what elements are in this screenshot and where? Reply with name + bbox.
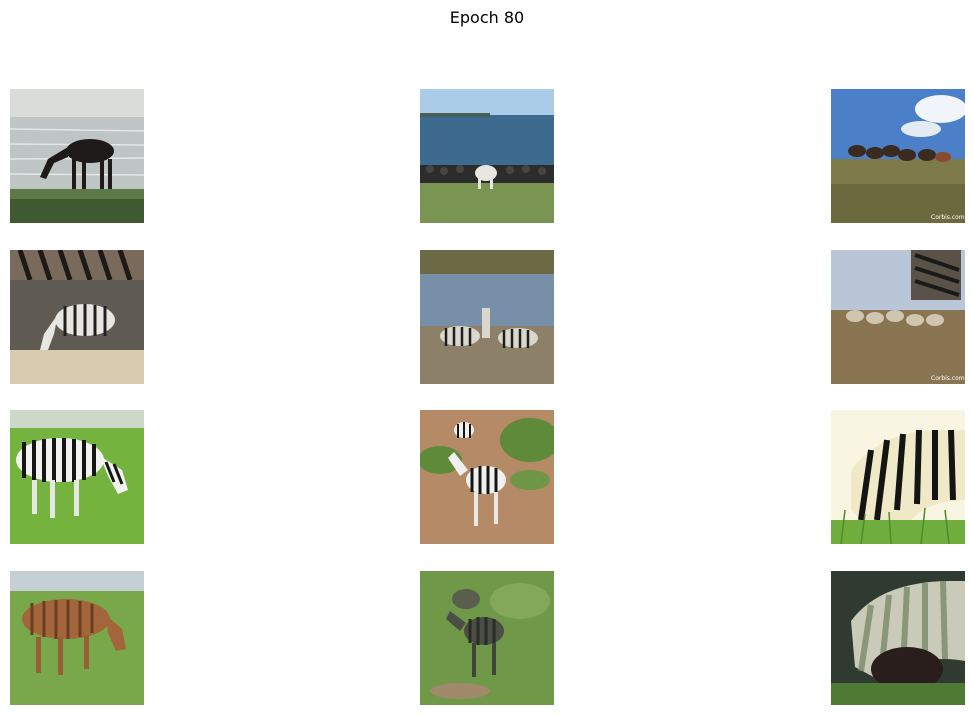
horses-running-image: Corbis.com xyxy=(831,89,965,223)
horse-by-sea-image xyxy=(10,89,144,223)
svg-text:Corbis.com: Corbis.com xyxy=(931,375,965,382)
image-tile-generated-dark-horses xyxy=(420,571,554,705)
image-tile-generated-zebras-by-water xyxy=(420,250,554,384)
generated-brown-horse-image xyxy=(10,571,144,705)
image-tile-generated-striped-herd: Corbis.com xyxy=(831,250,965,384)
generated-zebras-by-water-image xyxy=(420,250,554,384)
image-tile-horses-running: Corbis.com xyxy=(831,89,965,223)
image-tile-horse-by-sea xyxy=(10,89,144,223)
generated-zebra-grazing-image xyxy=(10,250,144,384)
generated-dark-horses-image xyxy=(420,571,554,705)
two-zebras-dirt-image xyxy=(420,410,554,544)
figure-title: Epoch 80 xyxy=(449,8,525,27)
image-tile-two-zebras-dirt xyxy=(420,410,554,544)
zebra-head-closeup-image xyxy=(831,410,965,544)
image-tile-generated-brown-horse xyxy=(10,571,144,705)
white-horse-by-wall-image xyxy=(420,89,554,223)
image-tile-zebra-head-closeup xyxy=(831,410,965,544)
image-tile-generated-horse-head xyxy=(831,571,965,705)
generated-striped-herd-image: Corbis.com xyxy=(831,250,965,384)
image-tile-zebra-grazing xyxy=(10,410,144,544)
zebra-grazing-image xyxy=(10,410,144,544)
svg-text:Corbis.com: Corbis.com xyxy=(931,214,965,221)
image-tile-white-horse-by-wall xyxy=(420,89,554,223)
generated-horse-head-image xyxy=(831,571,965,705)
image-tile-generated-zebra-grazing xyxy=(10,250,144,384)
